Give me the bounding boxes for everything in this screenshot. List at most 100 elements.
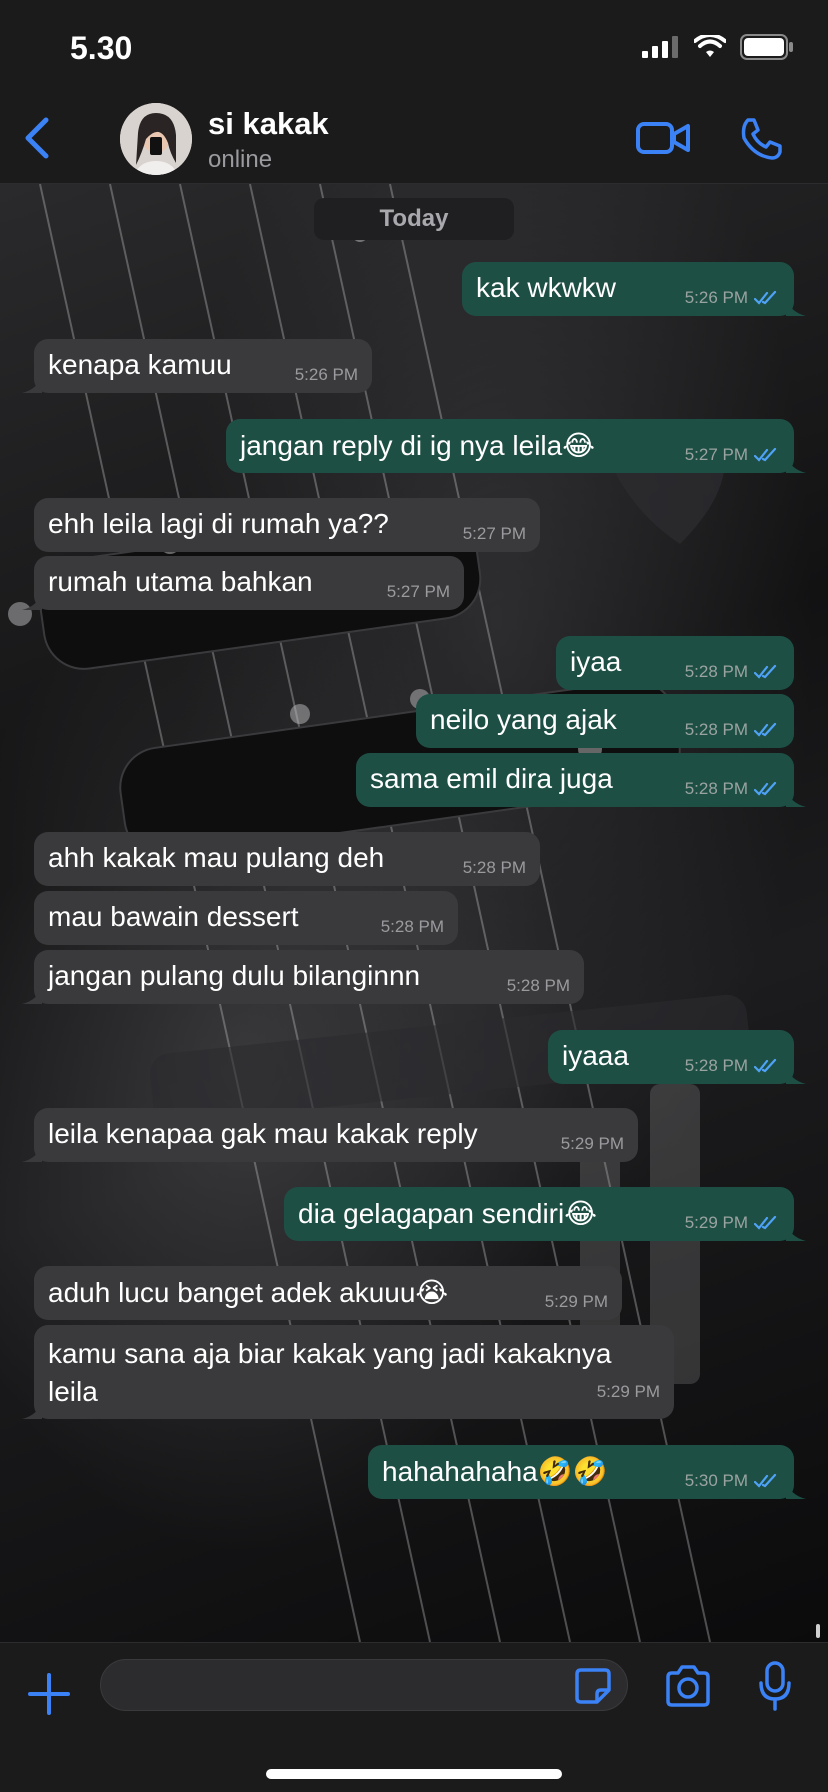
- read-check-icon: [754, 664, 777, 679]
- message-text: neilo yang ajak: [430, 704, 617, 735]
- message-text: mau bawain dessert: [48, 901, 299, 932]
- message-meta: 5:27 PM: [685, 445, 780, 465]
- voice-call-button[interactable]: [738, 116, 784, 162]
- read-check-icon: [754, 447, 777, 462]
- message-bubble-incoming[interactable]: mau bawain dessert 5:28 PM: [34, 891, 458, 945]
- message-bubble-outgoing[interactable]: kak wkwkw 5:26 PM: [462, 262, 806, 316]
- message-text: jangan reply di ig nya leila😂: [240, 430, 595, 461]
- bubble-tail: [786, 455, 806, 473]
- home-indicator: [266, 1769, 562, 1779]
- message-meta: 5:28 PM: [685, 1056, 780, 1076]
- camera-button[interactable]: [664, 1665, 712, 1707]
- avatar-photo-icon: [120, 103, 192, 175]
- contact-status: online: [208, 146, 273, 173]
- message-text: dia gelagapan sendiri😂: [298, 1198, 597, 1229]
- message-meta: 5:28 PM: [685, 662, 780, 682]
- message-bubble-incoming[interactable]: kamu sana aja biar kakak yang jadi kakak…: [22, 1325, 674, 1419]
- cellular-signal-icon: [642, 36, 678, 58]
- contact-avatar[interactable]: [120, 103, 192, 175]
- message-text-line-1: kamu sana aja biar kakak yang jadi kakak…: [48, 1338, 612, 1369]
- message-text: rumah utama bahkan: [48, 566, 313, 597]
- message-meta: 5:28 PM: [685, 720, 780, 740]
- bubble-tail: [22, 592, 42, 610]
- message-bubble-outgoing[interactable]: iyaa 5:28 PM: [556, 636, 794, 690]
- read-check-icon: [754, 1215, 777, 1230]
- read-check-icon: [754, 1058, 777, 1073]
- bubble-tail: [786, 298, 806, 316]
- message-text: kak wkwkw: [476, 272, 617, 303]
- message-bubble-incoming[interactable]: leila kenapaa gak mau kakak reply 5:29 P…: [22, 1108, 638, 1162]
- read-check-icon: [754, 722, 777, 737]
- message-time: 5:27 PM: [386, 582, 450, 601]
- sticker-button[interactable]: [573, 1666, 613, 1706]
- bubble-tail: [786, 1481, 806, 1499]
- message-text: sama emil dira juga: [370, 763, 613, 794]
- message-time: 5:28 PM: [506, 976, 570, 995]
- message-text: aduh lucu banget adek akuuu😭: [48, 1277, 449, 1308]
- message-time: 5:30 PM: [684, 1471, 748, 1490]
- read-check-icon: [754, 1473, 777, 1488]
- back-button[interactable]: [18, 114, 58, 162]
- message-bubble-incoming[interactable]: kenapa kamuu 5:26 PM: [22, 339, 372, 393]
- status-bar: 5.30: [0, 0, 828, 90]
- message-bubble-outgoing[interactable]: sama emil dira juga 5:28 PM: [356, 753, 806, 807]
- bubble-tail: [22, 1401, 42, 1419]
- message-meta: 5:26 PM: [685, 288, 780, 308]
- message-input[interactable]: [100, 1659, 628, 1711]
- message-time: 5:28 PM: [380, 917, 444, 936]
- message-text: ahh kakak mau pulang deh: [48, 842, 385, 873]
- message-time: 5:28 PM: [462, 858, 526, 877]
- status-icons: [642, 34, 794, 60]
- bubble-tail: [786, 789, 806, 807]
- bubble-tail: [786, 1223, 806, 1241]
- message-bubble-incoming[interactable]: aduh lucu banget adek akuuu😭 5:29 PM: [34, 1266, 622, 1320]
- message-time: 5:28 PM: [684, 1056, 748, 1075]
- message-text: hahahahaha🤣🤣: [382, 1456, 608, 1487]
- message-time: 5:27 PM: [684, 445, 748, 464]
- message-time: 5:26 PM: [684, 288, 748, 307]
- message-bubble-outgoing[interactable]: jangan reply di ig nya leila😂 5:27 PM: [226, 419, 806, 473]
- read-check-icon: [754, 781, 777, 796]
- attach-plus-button[interactable]: [28, 1673, 70, 1715]
- message-bubble-incoming[interactable]: rumah utama bahkan 5:27 PM: [22, 556, 464, 610]
- message-time: 5:26 PM: [294, 365, 358, 384]
- status-time: 5.30: [70, 30, 133, 66]
- message-bubble-outgoing[interactable]: dia gelagapan sendiri😂 5:29 PM: [284, 1187, 806, 1241]
- bubble-tail: [22, 375, 42, 393]
- chat-header: si kakak online: [0, 90, 828, 184]
- message-time: 5:28 PM: [684, 720, 748, 739]
- message-meta: 5:29 PM: [685, 1213, 780, 1233]
- contact-name[interactable]: si kakak: [208, 106, 329, 142]
- message-time: 5:29 PM: [596, 1382, 660, 1401]
- message-bubble-outgoing[interactable]: hahahahaha🤣🤣 5:30 PM: [368, 1445, 806, 1499]
- message-time: 5:27 PM: [462, 524, 526, 543]
- bubble-tail: [786, 1066, 806, 1084]
- message-text-line-2: leila: [48, 1376, 98, 1407]
- scroll-indicator[interactable]: [816, 1624, 820, 1638]
- input-bar: [0, 1642, 828, 1792]
- message-time: 5:29 PM: [684, 1213, 748, 1232]
- microphone-button[interactable]: [758, 1661, 792, 1711]
- bubble-tail: [22, 1144, 42, 1162]
- video-call-button[interactable]: [636, 118, 690, 158]
- message-bubble-incoming[interactable]: jangan pulang dulu bilanginnn 5:28 PM: [22, 950, 584, 1004]
- message-bubble-incoming[interactable]: ehh leila lagi di rumah ya?? 5:27 PM: [34, 498, 540, 552]
- message-text: kenapa kamuu: [48, 349, 232, 380]
- message-time: 5:28 PM: [684, 662, 748, 681]
- message-text: leila kenapaa gak mau kakak reply: [48, 1118, 478, 1149]
- date-separator: Today: [314, 198, 514, 240]
- chat-area[interactable]: Today kak wkwkw 5:26 PM kenapa kamuu 5:2…: [0, 184, 828, 1642]
- message-bubble-incoming[interactable]: ahh kakak mau pulang deh 5:28 PM: [34, 832, 540, 886]
- message-meta: 5:30 PM: [685, 1471, 780, 1491]
- wifi-icon: [694, 35, 726, 57]
- message-text: jangan pulang dulu bilanginnn: [48, 960, 421, 991]
- message-time: 5:29 PM: [544, 1292, 608, 1311]
- message-bubble-outgoing[interactable]: neilo yang ajak 5:28 PM: [416, 694, 794, 748]
- battery-icon: [740, 34, 793, 60]
- message-text: ehh leila lagi di rumah ya??: [48, 508, 389, 539]
- message-text: iyaaa: [562, 1040, 629, 1071]
- message-bubble-outgoing[interactable]: iyaaa 5:28 PM: [548, 1030, 806, 1084]
- message-time: 5:29 PM: [560, 1134, 624, 1153]
- message-meta: 5:28 PM: [685, 779, 780, 799]
- read-check-icon: [754, 290, 777, 305]
